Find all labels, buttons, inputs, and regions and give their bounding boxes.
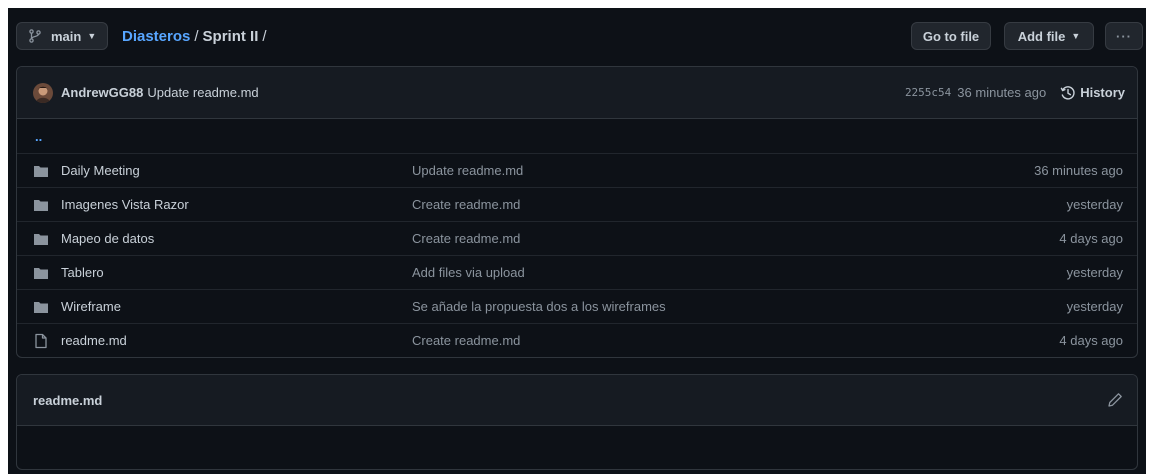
- more-options-button[interactable]: ···: [1105, 22, 1143, 50]
- breadcrumb-trailing-separator: /: [262, 27, 267, 45]
- commit-title[interactable]: Update readme.md: [147, 85, 258, 100]
- table-row[interactable]: Mapeo de datos Create readme.md 4 days a…: [17, 221, 1137, 255]
- readme-box: readme.md: [16, 374, 1138, 470]
- file-age: 4 days ago: [1059, 231, 1123, 246]
- avatar[interactable]: [33, 83, 53, 103]
- branch-name: main: [51, 28, 82, 44]
- breadcrumb-separator: /: [194, 27, 199, 45]
- file-name[interactable]: readme.md: [61, 333, 127, 348]
- commit-message: AndrewGG88 Update readme.md: [61, 67, 259, 118]
- readme-header: readme.md: [17, 375, 1137, 426]
- folder-icon: [34, 166, 48, 177]
- file-commit-message[interactable]: Create readme.md: [412, 333, 520, 348]
- file-age: yesterday: [1066, 265, 1123, 280]
- file-commit-message[interactable]: Create readme.md: [412, 197, 520, 212]
- latest-commit-bar: AndrewGG88 Update readme.md 2255c54 36 m…: [17, 67, 1137, 119]
- kebab-horizontal-icon: ···: [1116, 28, 1132, 44]
- folder-icon: [34, 234, 48, 245]
- table-row[interactable]: Wireframe Se añade la propuesta dos a lo…: [17, 289, 1137, 323]
- file-list-box: AndrewGG88 Update readme.md 2255c54 36 m…: [16, 66, 1138, 358]
- file-name[interactable]: Daily Meeting: [61, 163, 140, 178]
- file-age: yesterday: [1066, 197, 1123, 212]
- parent-directory-row[interactable]: ..: [17, 119, 1137, 153]
- folder-icon: [34, 302, 48, 313]
- table-row[interactable]: Daily Meeting Update readme.md 36 minute…: [17, 153, 1137, 187]
- parent-directory-link[interactable]: ..: [35, 129, 42, 144]
- commit-meta: 2255c54 36 minutes ago History: [905, 67, 1125, 118]
- chevron-down-icon: ▼: [87, 31, 97, 41]
- file-commit-message[interactable]: Create readme.md: [412, 231, 520, 246]
- table-row[interactable]: Imagenes Vista Razor Create readme.md ye…: [17, 187, 1137, 221]
- folder-icon: [34, 200, 48, 211]
- history-link[interactable]: History: [1060, 85, 1125, 101]
- history-label: History: [1080, 85, 1125, 100]
- breadcrumb-repo-link[interactable]: Diasteros: [122, 28, 190, 45]
- pencil-icon[interactable]: [1107, 392, 1123, 408]
- file-rows: .. Daily Meeting Update readme.md 36 min…: [17, 119, 1137, 357]
- file-name[interactable]: Imagenes Vista Razor: [61, 197, 189, 212]
- file-name[interactable]: Mapeo de datos: [61, 231, 154, 246]
- go-to-file-label: Go to file: [922, 28, 980, 44]
- file-name[interactable]: Wireframe: [61, 299, 121, 314]
- repo-page: main ▼ Diasteros / Sprint II / Go to fil…: [8, 8, 1146, 474]
- file-name[interactable]: Tablero: [61, 265, 104, 280]
- table-row[interactable]: readme.md Create readme.md 4 days ago: [17, 323, 1137, 357]
- readme-title[interactable]: readme.md: [33, 375, 102, 425]
- file-icon: [35, 333, 47, 349]
- breadcrumb: Diasteros / Sprint II /: [122, 22, 271, 50]
- file-age: yesterday: [1066, 299, 1123, 314]
- git-branch-icon: [29, 29, 41, 43]
- commit-age: 36 minutes ago: [957, 85, 1047, 100]
- file-navigation: main ▼ Diasteros / Sprint II / Go to fil…: [16, 22, 1143, 52]
- file-age: 36 minutes ago: [1034, 163, 1123, 178]
- commit-sha[interactable]: 2255c54: [905, 86, 951, 99]
- go-to-file-button[interactable]: Go to file: [911, 22, 991, 50]
- file-commit-message[interactable]: Se añade la propuesta dos a los wirefram…: [412, 299, 666, 314]
- history-icon: [1060, 85, 1075, 100]
- add-file-button[interactable]: Add file ▼: [1004, 22, 1094, 50]
- folder-icon: [34, 268, 48, 279]
- file-age: 4 days ago: [1059, 333, 1123, 348]
- breadcrumb-current-folder: Sprint II: [202, 27, 259, 45]
- add-file-label: Add file: [1017, 28, 1066, 44]
- file-commit-message[interactable]: Add files via upload: [412, 265, 525, 280]
- branch-select-button[interactable]: main ▼: [16, 22, 108, 50]
- file-commit-message[interactable]: Update readme.md: [412, 163, 523, 178]
- table-row[interactable]: Tablero Add files via upload yesterday: [17, 255, 1137, 289]
- commit-author[interactable]: AndrewGG88: [61, 85, 143, 100]
- chevron-down-icon: ▼: [1071, 31, 1081, 41]
